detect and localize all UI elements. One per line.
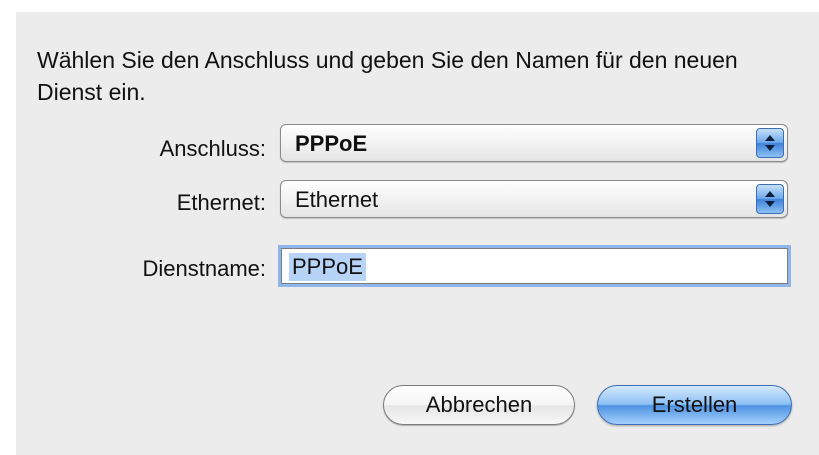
interface-label: Anschluss: bbox=[159, 136, 266, 161]
create-button[interactable]: Erstellen bbox=[597, 385, 792, 425]
dialog-prompt: Wählen Sie den Anschluss und geben Sie d… bbox=[37, 47, 738, 105]
service-name-label: Dienstname: bbox=[142, 256, 266, 281]
popup-arrows-icon bbox=[756, 184, 784, 214]
cancel-button[interactable]: Abbrechen bbox=[383, 385, 575, 425]
service-name-value: PPPoE bbox=[289, 253, 366, 281]
ethernet-label: Ethernet: bbox=[176, 190, 266, 215]
interface-popup[interactable]: PPPoE bbox=[280, 124, 788, 162]
ethernet-popup[interactable]: Ethernet bbox=[280, 180, 788, 218]
popup-arrows-icon bbox=[756, 128, 784, 158]
ethernet-popup-value: Ethernet bbox=[295, 187, 379, 212]
interface-popup-value: PPPoE bbox=[295, 131, 368, 156]
service-name-field[interactable]: PPPoE bbox=[278, 245, 791, 287]
